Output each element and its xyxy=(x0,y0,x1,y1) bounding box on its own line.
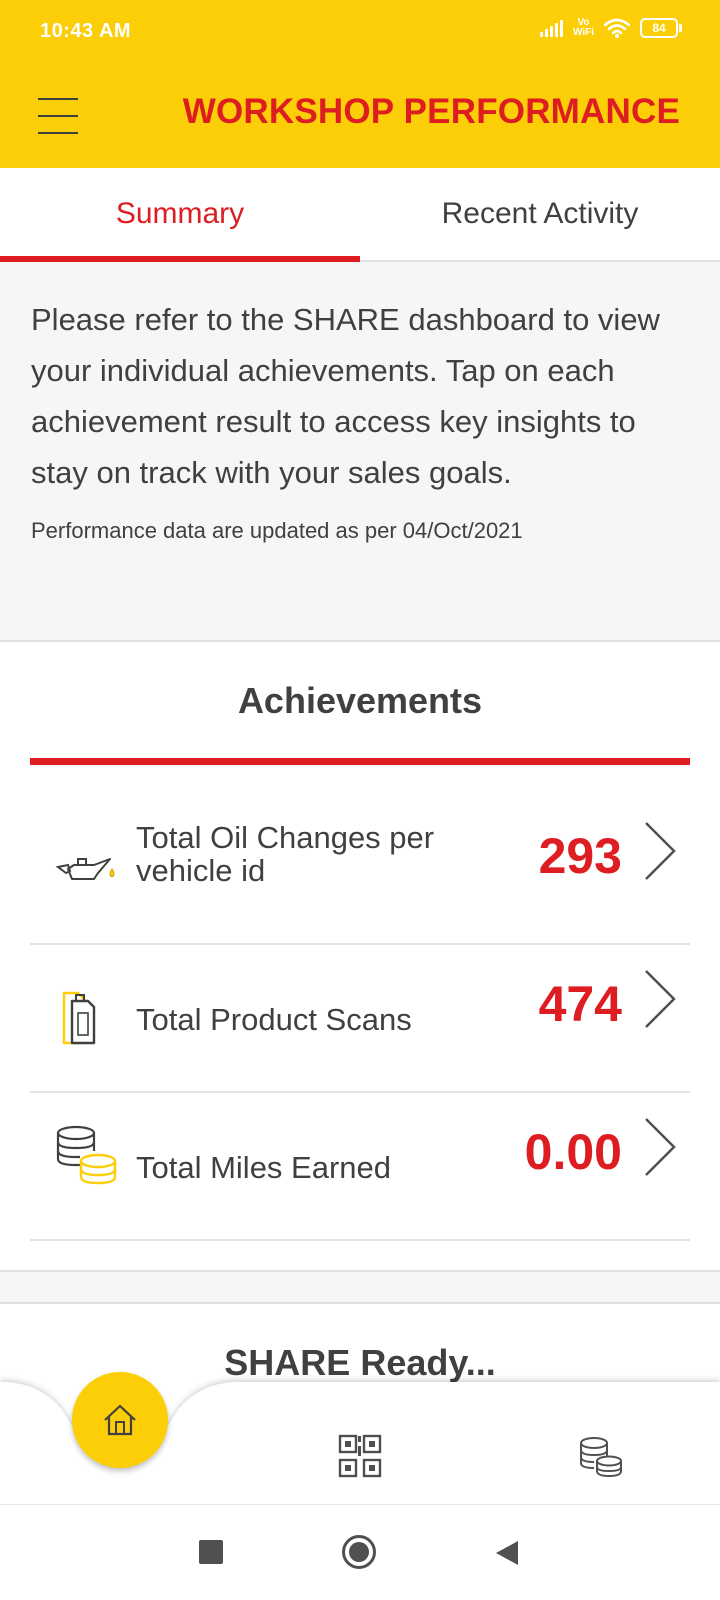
info-panel: Please refer to the SHARE dashboard to v… xyxy=(0,262,720,642)
home-button[interactable] xyxy=(72,1372,168,1468)
battery-level: 84 xyxy=(652,21,666,35)
achievement-label: Total Miles Earned xyxy=(136,1150,392,1185)
app-header: WORKSHOP PERFORMANCE xyxy=(0,70,720,168)
coins-stack-icon xyxy=(56,1125,117,1185)
status-time: 10:43 AM xyxy=(40,20,132,42)
oil-can-icon xyxy=(55,858,115,880)
wifi-icon xyxy=(604,18,630,38)
chevron-right-icon[interactable] xyxy=(640,967,680,1031)
home-icon xyxy=(104,1404,136,1436)
achievement-value: 474 xyxy=(538,976,622,1032)
section-separator xyxy=(0,1270,720,1304)
home-circle-icon[interactable] xyxy=(341,1534,377,1570)
tab-summary[interactable]: Summary xyxy=(0,168,360,262)
recents-square-icon[interactable] xyxy=(198,1539,224,1565)
achievements-title: Achievements xyxy=(237,680,483,721)
coins-icon[interactable] xyxy=(578,1436,624,1478)
achievement-value: 0.00 xyxy=(524,1124,622,1180)
achievement-value: 293 xyxy=(538,828,622,884)
status-bar: 10:43 AM Vo WiFi 84 xyxy=(0,0,720,70)
system-navigation-bar xyxy=(0,1504,720,1600)
achievement-row-miles-earned[interactable]: Total Miles Earned 0.00 xyxy=(30,1093,690,1241)
chevron-right-icon[interactable] xyxy=(640,1115,680,1179)
chevron-right-icon[interactable] xyxy=(640,819,680,883)
achievement-label-line1: Total Oil Changes per xyxy=(136,820,435,855)
info-text: Please refer to the SHARE dashboard to v… xyxy=(31,302,660,490)
lubricant-bottle-icon xyxy=(62,991,96,1045)
hamburger-menu-icon[interactable] xyxy=(38,96,80,136)
achievement-label: Total Oil Changes per vehicle id xyxy=(136,821,434,887)
qr-code-icon[interactable] xyxy=(338,1434,382,1478)
achievement-label-line2: vehicle id xyxy=(136,853,266,888)
achievement-label: Total Product Scans xyxy=(136,1002,412,1037)
achievement-row-oil-changes[interactable]: Total Oil Changes per vehicle id 293 xyxy=(30,797,690,945)
signal-icon xyxy=(539,19,563,37)
updated-date-text: Performance data are updated as per 04/O… xyxy=(31,518,523,543)
tab-recent-activity[interactable]: Recent Activity xyxy=(360,168,720,260)
achievements-underline xyxy=(30,758,690,765)
page-title: WORKSHOP PERFORMANCE xyxy=(182,92,680,131)
back-triangle-icon[interactable] xyxy=(494,1539,520,1567)
tab-bar: Summary Recent Activity xyxy=(0,168,720,262)
battery-icon: 84 xyxy=(640,18,682,38)
vowifi-icon: Vo WiFi xyxy=(572,17,594,38)
achievement-row-product-scans[interactable]: Total Product Scans 474 xyxy=(30,945,690,1093)
status-icons: Vo WiFi 84 xyxy=(539,17,682,38)
